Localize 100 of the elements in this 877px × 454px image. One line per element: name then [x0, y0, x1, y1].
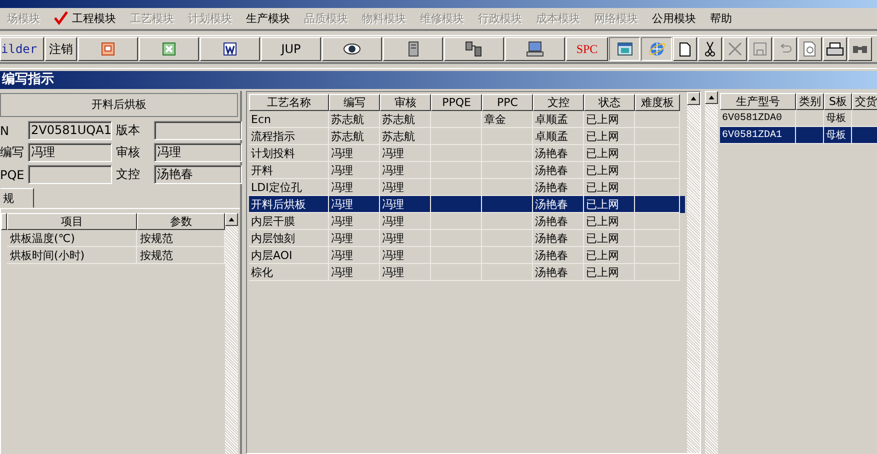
toolbar-button[interactable]: 注销 — [45, 37, 77, 61]
table-row[interactable]: 开料 冯理 冯理 汤艳春 已上网 — [249, 162, 685, 179]
save-icon — [753, 42, 767, 56]
column-header: PPC — [482, 94, 533, 111]
toolbar-button[interactable] — [609, 37, 640, 61]
input-field[interactable]: 汤艳春 — [154, 165, 242, 184]
menu-item[interactable]: 生产模块 — [239, 10, 297, 26]
table-cell: 冯理 — [329, 264, 380, 281]
document-icon — [223, 42, 237, 56]
scrollbar[interactable] — [225, 213, 238, 454]
table-cell: 冯理 — [380, 264, 431, 281]
menu-item[interactable]: 帮助 — [703, 10, 739, 26]
table-cell — [482, 230, 533, 247]
table-cell — [431, 145, 482, 162]
input-field[interactable] — [28, 165, 112, 184]
table-cell: Ecn — [249, 111, 329, 128]
menu-item[interactable]: 公用模块 — [645, 10, 703, 26]
table-cell: 内层AOI — [249, 247, 329, 264]
table-cell: 汤艳春 — [533, 162, 584, 179]
table-cell: 汤艳春 — [533, 213, 584, 230]
input-field[interactable] — [154, 121, 242, 140]
delete-icon — [728, 42, 742, 56]
tab[interactable]: 规 — [0, 188, 34, 208]
table-cell — [431, 213, 482, 230]
globe-icon — [648, 41, 664, 57]
table-cell: 6V0581ZDA1 — [720, 127, 796, 144]
computer-icon — [526, 41, 544, 57]
table-cell: 已上网 — [584, 162, 635, 179]
section-title: 编写指示 — [0, 71, 877, 89]
table-cell — [431, 162, 482, 179]
undo-icon — [778, 43, 792, 55]
table-cell — [431, 196, 482, 213]
table-cell: 冯理 — [329, 230, 380, 247]
slides-icon — [101, 42, 115, 56]
scrollbar[interactable] — [687, 92, 700, 453]
table-cell — [482, 145, 533, 162]
table-cell: 烘板时间(小时) — [7, 247, 137, 264]
table-cell: 计划投料 — [249, 145, 329, 162]
table-cell — [482, 196, 533, 213]
table-row[interactable]: 流程指示 苏志航 苏志航 卓顺孟 已上网 — [249, 128, 685, 145]
column-header: 工艺名称 — [249, 94, 329, 111]
table-cell: 冯理 — [329, 247, 380, 264]
table-cell — [635, 247, 680, 264]
server-icon — [406, 41, 420, 57]
scroll-up-icon[interactable] — [687, 92, 700, 105]
table-cell — [635, 162, 680, 179]
eye-icon — [343, 43, 361, 55]
table-cell: 冯理 — [329, 196, 380, 213]
table-row[interactable]: 开料后烘板 冯理 冯理 汤艳春 已上网 — [249, 196, 685, 213]
column-header: 交货 — [852, 93, 877, 110]
table-row[interactable]: 棕化 冯理 冯理 汤艳春 已上网 — [249, 264, 685, 281]
table-cell: 汤艳春 — [533, 264, 584, 281]
field-label: 编写 — [0, 144, 24, 161]
table-cell: 章金 — [482, 111, 533, 128]
table-cell — [431, 264, 482, 281]
table-cell — [635, 128, 680, 145]
column-header: 审核 — [380, 94, 431, 111]
table-cell: 苏志航 — [380, 111, 431, 128]
scroll-up-icon[interactable] — [705, 91, 718, 104]
table-row[interactable]: 6V0581ZDA1 母板 — [720, 127, 877, 144]
table-cell: 棕化 — [249, 264, 329, 281]
binoculars-icon — [852, 44, 868, 54]
table-cell — [635, 213, 680, 230]
field-label: 审核 — [116, 144, 141, 161]
window-icon — [616, 41, 632, 57]
table-cell — [635, 111, 680, 128]
table-cell — [635, 196, 680, 213]
table-row[interactable]: 内层干膜 冯理 冯理 汤艳春 已上网 — [249, 213, 685, 230]
table-cell — [482, 247, 533, 264]
new-page-icon — [679, 42, 691, 56]
input-field[interactable]: 冯理 — [154, 143, 242, 162]
menu-item[interactable]: 工程模块 — [47, 10, 123, 26]
table-row[interactable]: 计划投料 冯理 冯理 汤艳春 已上网 — [249, 145, 685, 162]
table-cell: 内层蚀刻 — [249, 230, 329, 247]
table-cell: 冯理 — [329, 145, 380, 162]
table-row[interactable]: Ecn 苏志航 苏志航 章金 卓顺孟 已上网 — [249, 111, 685, 128]
table-cell: 冯理 — [329, 162, 380, 179]
input-field[interactable]: 2V0581UQA1 — [28, 121, 112, 140]
column-header: 状态 — [584, 94, 635, 111]
table-cell: 开料 — [249, 162, 329, 179]
table-cell — [796, 127, 824, 144]
table-cell: 冯理 — [380, 145, 431, 162]
toolbar-button[interactable]: JUP — [261, 37, 321, 61]
toolbar-button[interactable]: ilder — [0, 37, 44, 61]
field-label: 文控 — [116, 166, 141, 183]
table-cell: 流程指示 — [249, 128, 329, 145]
table-cell: 开料后烘板 — [249, 196, 329, 213]
column-header: 生产型号 — [720, 93, 796, 110]
table-row[interactable]: 内层AOI 冯理 冯理 汤艳春 已上网 — [249, 247, 685, 264]
table-row[interactable]: 内层蚀刻 冯理 冯理 汤艳春 已上网 — [249, 230, 685, 247]
scrollbar[interactable] — [705, 91, 718, 454]
table-cell: 卓顺孟 — [533, 128, 584, 145]
scroll-up-icon[interactable] — [225, 213, 238, 226]
column-header: 参数 — [137, 213, 225, 230]
print-preview-icon — [803, 41, 817, 57]
input-field[interactable]: 冯理 — [28, 143, 112, 162]
column-header: 难度板 — [635, 94, 680, 111]
table-cell: 冯理 — [380, 196, 431, 213]
table-cell: 苏志航 — [329, 128, 380, 145]
table-cell: 冯理 — [380, 247, 431, 264]
